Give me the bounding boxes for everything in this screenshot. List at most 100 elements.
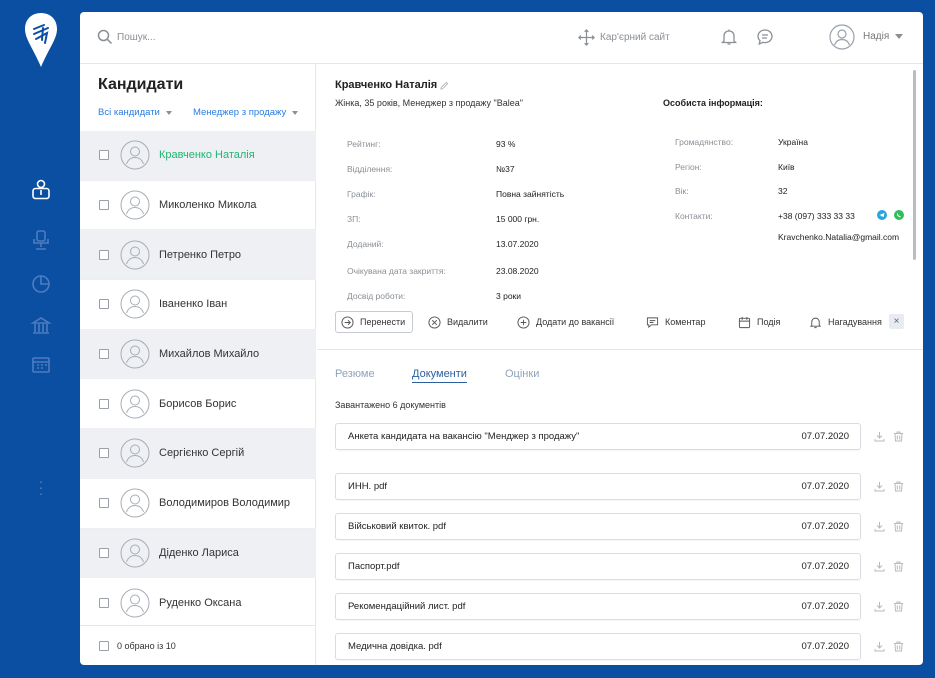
trash-icon[interactable] [893, 601, 904, 612]
field-label: Рейтинг: [347, 139, 381, 149]
candidate-detail: Кравченко Наталія Жінка, 35 років, Менед… [317, 64, 923, 665]
document-row[interactable]: Анкета кандидата на вакансію "Менджер з … [335, 423, 861, 450]
list-item[interactable]: Михайлов Михайло [80, 329, 316, 380]
personal-value: Київ [778, 162, 795, 172]
trash-icon[interactable] [893, 641, 904, 652]
list-item[interactable]: Руденко Оксана [80, 578, 316, 628]
phone-value[interactable]: +38 (097) 333 33 33 [778, 211, 855, 221]
candidate-checkbox[interactable] [99, 200, 109, 211]
candidate-checkbox[interactable] [99, 150, 109, 161]
candidate-name: Іваненко Іван [159, 298, 228, 311]
download-icon[interactable] [874, 561, 885, 572]
candidate-name: Володимиров Володимир [159, 497, 291, 510]
download-icon[interactable] [874, 601, 885, 612]
candidate-checkbox[interactable] [99, 547, 109, 558]
candidate-checkbox[interactable] [99, 598, 109, 609]
list-item[interactable]: Сергієнко Сергій [80, 429, 316, 479]
list-item[interactable]: Діденко Лариса [80, 528, 316, 579]
download-icon[interactable] [874, 521, 885, 532]
company-bank-icon[interactable] [28, 313, 54, 339]
candidate-checkbox[interactable] [99, 299, 109, 310]
document-date: 07.07.2020 [801, 641, 849, 652]
trash-icon[interactable] [893, 431, 904, 442]
candidate-checkbox[interactable] [99, 349, 109, 360]
analytics-pie-icon[interactable] [28, 271, 54, 297]
tab-documents[interactable]: Документи [412, 368, 467, 383]
candidate-name: Діденко Лариса [159, 546, 239, 559]
field-value: Повна зайнятість [496, 189, 565, 199]
detail-scrollbar[interactable] [913, 70, 916, 260]
comment-button[interactable]: Коментар [646, 311, 705, 333]
avatar-icon [120, 538, 150, 568]
list-item[interactable]: Кравченко Наталія [80, 131, 316, 181]
list-item[interactable]: Іваненко Іван [80, 280, 316, 330]
personal-info-title: Особиста інформація: [663, 98, 763, 108]
field-label: Графік: [347, 189, 376, 199]
user-avatar[interactable] [829, 24, 855, 50]
field-label: ЗП: [347, 214, 361, 224]
career-site-link[interactable]: Кар'єрний сайт [578, 29, 670, 46]
move-arrow-icon [341, 315, 354, 329]
personal-label: Громадянство: [675, 137, 734, 147]
email-value[interactable]: Kravchenko.Natalia@gmail.com [778, 232, 899, 242]
document-date: 07.07.2020 [801, 431, 849, 442]
trash-icon[interactable] [893, 561, 904, 572]
document-row[interactable]: Паспорт.pdf 07.07.2020 [335, 553, 861, 580]
field-value: 13.07.2020 [496, 239, 539, 249]
notifications-bell-icon[interactable] [720, 28, 738, 46]
calendar-icon [738, 316, 751, 328]
actions-bar: Перенести Видалити Додати до вакансії Ко… [335, 311, 910, 335]
candidate-checkbox[interactable] [99, 398, 109, 409]
trash-icon[interactable] [893, 481, 904, 492]
candidate-checkbox[interactable] [99, 448, 109, 459]
more-dots-icon[interactable]: · · · [38, 474, 44, 500]
filter-position[interactable]: Менеджер з продажу [193, 107, 299, 118]
event-button[interactable]: Подія [738, 311, 780, 333]
list-item[interactable]: Володимиров Володимир [80, 479, 316, 529]
document-date: 07.07.2020 [801, 601, 849, 612]
list-item[interactable]: Петренко Петро [80, 230, 316, 281]
candidate-checkbox[interactable] [99, 249, 109, 260]
document-row[interactable]: Рекомендаційний лист. pdf 07.07.2020 [335, 593, 861, 620]
document-name: Паспорт.pdf [348, 561, 400, 572]
vacancies-chair-icon[interactable] [28, 227, 54, 253]
tab-resume[interactable]: Резюме [335, 368, 375, 382]
candidate-name: Руденко Оксана [159, 597, 242, 610]
select-all-checkbox[interactable] [99, 640, 109, 651]
edit-pencil-icon[interactable] [440, 81, 449, 90]
field-label: Доданий: [347, 239, 384, 249]
list-item[interactable]: Борисов Борис [80, 379, 316, 430]
field-value: 93 % [496, 139, 516, 149]
field-label: Досвід роботи: [347, 291, 406, 301]
search-input[interactable] [117, 27, 317, 47]
close-button[interactable]: × [889, 314, 904, 329]
delete-button[interactable]: Видалити [428, 311, 488, 333]
download-icon[interactable] [874, 641, 885, 652]
user-name[interactable]: Надія [863, 31, 889, 42]
bell-icon [809, 317, 822, 328]
document-row[interactable]: ИНН. pdf 07.07.2020 [335, 473, 861, 500]
whatsapp-icon[interactable] [894, 210, 904, 220]
logo-pin-icon[interactable] [24, 12, 58, 68]
add-to-vacancy-button[interactable]: Додати до вакансії [517, 311, 614, 333]
chevron-down-icon[interactable] [895, 34, 903, 40]
document-row[interactable]: Військовий квиток. pdf 07.07.2020 [335, 513, 861, 540]
candidate-checkbox[interactable] [99, 498, 109, 509]
tab-ratings[interactable]: Оцінки [505, 368, 539, 382]
download-icon[interactable] [874, 481, 885, 492]
candidates-list: Кравченко Наталія Миколенко Микола Петре… [80, 131, 316, 628]
reminder-button[interactable]: Нагадування [809, 311, 882, 333]
document-date: 07.07.2020 [801, 481, 849, 492]
candidate-name: Борисов Борис [159, 397, 237, 410]
list-item[interactable]: Миколенко Микола [80, 181, 316, 231]
candidates-nav-icon[interactable] [28, 176, 54, 202]
document-row[interactable]: Медична довідка. pdf 07.07.2020 [335, 633, 861, 660]
filter-all-candidates[interactable]: Всі кандидати [98, 107, 172, 118]
download-icon[interactable] [874, 431, 885, 442]
personal-value: 32 [778, 186, 788, 196]
move-button[interactable]: Перенести [335, 311, 414, 333]
messages-chat-icon[interactable] [756, 28, 774, 46]
telegram-icon[interactable] [877, 210, 887, 220]
trash-icon[interactable] [893, 521, 904, 532]
calendar-grid-icon[interactable] [28, 352, 54, 378]
